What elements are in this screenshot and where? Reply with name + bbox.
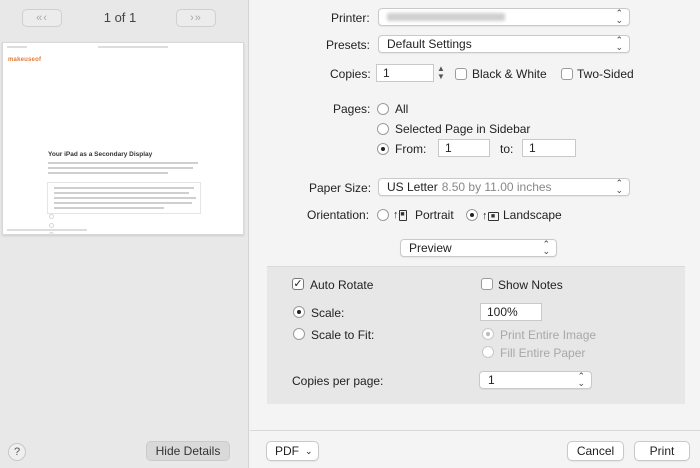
pdf-menu-button[interactable]: PDF ⌄ [266,441,319,461]
printer-label: Printer: [331,11,370,25]
updown-chevron-icon: ⌃ ⌄ [615,8,623,25]
question-icon: ? [13,446,21,458]
thumb-logo: makeuseof [8,57,42,63]
thumb-quote-box [47,182,201,214]
updown-chevron-icon: ⌃ ⌄ [542,239,550,256]
hide-details-button[interactable]: Hide Details [146,441,230,461]
printer-name-redacted [387,13,505,21]
copies-per-page-select[interactable]: 1 ⌃ ⌄ [479,371,592,389]
scale-to-fit-radio[interactable] [293,328,305,340]
landscape-icon: ↑ ■ [482,209,499,223]
pages-from-label: From: [395,142,427,156]
black-white-checkbox[interactable] [455,68,467,80]
copies-per-page-label: Copies per page: [292,374,384,388]
copies-label: Copies: [330,67,371,81]
pages-label: Pages: [333,102,371,116]
show-notes-label: Show Notes [498,278,563,292]
page-thumbnail[interactable]: makeuseof Your iPad as a Secondary Displ… [2,42,244,235]
paper-size-detail: 8.50 by 11.00 inches [441,180,552,194]
paper-size-value: US Letter [387,180,438,194]
show-notes-checkbox[interactable] [481,278,493,290]
chevron-down-icon: ⌄ [305,445,313,456]
portrait-radio[interactable] [377,209,389,221]
thumb-dot [49,232,54,234]
next-page-button[interactable]: ›» [176,9,216,27]
scale-radio[interactable] [293,306,305,318]
scale-input[interactable]: 100% [480,303,542,321]
updown-chevron-icon: ⌃ ⌄ [577,371,585,388]
prev-arrows-icon: «‹ [36,12,48,24]
scale-to-fit-label: Scale to Fit: [311,328,375,342]
two-sided-label: Two-Sided [577,67,634,81]
pages-from-radio[interactable] [377,143,389,155]
pages-all-label: All [395,102,409,116]
copies-input[interactable]: 1 [376,64,434,82]
paper-size-select[interactable]: US Letter 8.50 by 11.00 inches ⌃ ⌄ [378,178,630,196]
next-arrows-icon: ›» [190,12,202,24]
landscape-label: Landscape [503,208,562,222]
orientation-label: Orientation: [307,208,370,222]
pages-all-radio[interactable] [377,103,389,115]
portrait-label: Portrait [415,208,454,222]
thumb-text-line [54,197,196,199]
thumb-header-left [7,46,27,48]
printer-select[interactable]: ⌃ ⌄ [378,8,630,26]
pages-from-input[interactable]: 1 [438,139,490,157]
thumb-text-line [54,192,189,194]
updown-chevron-icon: ⌃ ⌄ [615,35,623,52]
landscape-radio[interactable] [466,209,478,221]
pages-selected-label: Selected Page in Sidebar [395,122,531,136]
thumb-text-line [54,202,192,204]
scale-label: Scale: [311,306,345,320]
thumb-header-center [98,46,168,48]
thumb-text-line [54,187,194,189]
section-select-value: Preview [409,241,452,255]
black-white-label: Black & White [472,67,547,81]
pages-selected-radio[interactable] [377,123,389,135]
print-button[interactable]: Print [634,441,690,461]
thumb-dot [49,214,54,219]
presets-label: Presets: [326,38,371,52]
presets-value: Default Settings [387,37,472,51]
pdf-label: PDF [275,444,299,458]
copies-per-page-value: 1 [488,373,495,387]
thumb-text-line [54,207,164,209]
paper-size-label: Paper Size: [309,181,372,195]
cancel-button[interactable]: Cancel [567,441,624,461]
pages-to-input[interactable]: 1 [522,139,576,157]
pages-to-label: to: [500,142,514,156]
preview-pane: «‹ 1 of 1 ›» makeuseof Your iPad as a Se… [0,0,249,468]
thumb-footer-url [7,229,87,231]
thumb-text-line [48,162,198,164]
section-select[interactable]: Preview ⌃ ⌄ [400,239,557,257]
thumb-text-line [48,167,193,169]
page-counter: 1 of 1 [103,10,137,25]
thumb-dot [49,223,54,228]
thumb-text-line [48,172,168,174]
print-entire-image-radio[interactable] [482,328,494,340]
fill-entire-paper-label: Fill Entire Paper [500,346,586,360]
previous-page-button[interactable]: «‹ [22,9,62,27]
fill-entire-paper-radio[interactable] [482,346,494,358]
portrait-icon: ↑ ■ [393,209,407,221]
updown-chevron-icon: ⌃ ⌄ [615,178,623,195]
presets-select[interactable]: Default Settings ⌃ ⌄ [378,35,630,53]
auto-rotate-label: Auto Rotate [310,278,374,292]
auto-rotate-checkbox[interactable]: ✓ [292,278,304,290]
help-button[interactable]: ? [8,443,26,461]
print-entire-image-label: Print Entire Image [500,328,597,342]
two-sided-checkbox[interactable] [561,68,573,80]
copies-stepper[interactable]: ▲ ▼ [436,64,446,82]
thumb-heading: Your iPad as a Secondary Display [48,151,153,158]
